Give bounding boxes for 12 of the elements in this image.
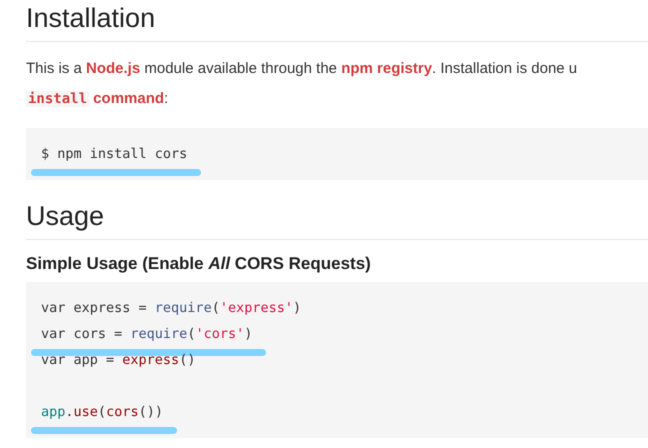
code-line: $ npm install cors [41, 146, 188, 162]
code-line: app.use(cors()) [41, 404, 163, 420]
code-line: var app = express() [41, 352, 196, 368]
code-line: var express = require('express') [41, 300, 302, 316]
text-link[interactable]: npm registry [341, 60, 432, 77]
text-link[interactable]: Node.js [86, 60, 140, 77]
subheading: Simple Usage (Enable All CORS Requests) [26, 253, 372, 275]
section-heading: Usage [26, 198, 648, 240]
section-heading: Installation [26, 0, 648, 42]
paragraph: This is a Node.js module available through the npm registry. Installation is done u install command: [26, 59, 578, 109]
code-line: var cors = require('cors') [41, 326, 252, 342]
text-link[interactable]: install command [26, 90, 164, 107]
